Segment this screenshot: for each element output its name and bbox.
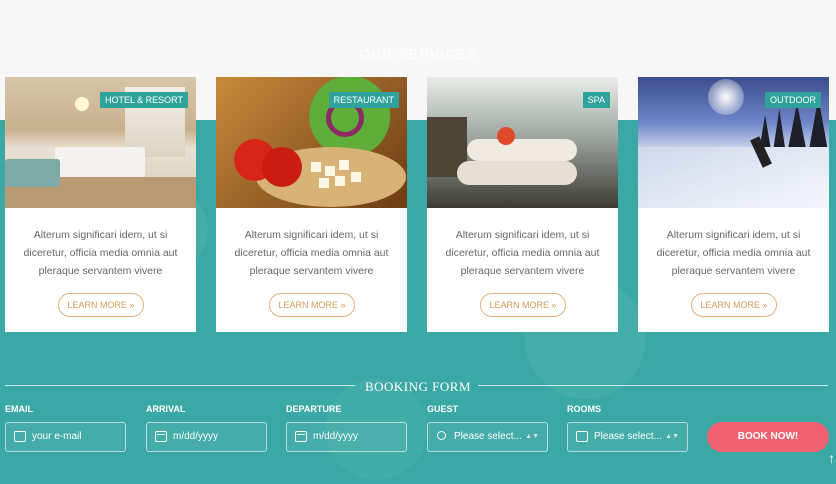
category-tag: RESTAURANT: [328, 92, 399, 108]
card-description: Alterum significari idem, ut si diceretu…: [23, 229, 178, 277]
service-card-hotel: HOTEL & RESORT Alterum significari idem,…: [5, 77, 196, 332]
category-tag: SPA: [582, 92, 610, 108]
select-arrows-icon: ▲▼: [525, 433, 539, 440]
calendar-icon: [295, 431, 307, 442]
service-card-outdoor: OUTDOOR Alterum significari idem, ut si …: [638, 77, 829, 332]
envelope-icon: [14, 431, 26, 442]
skiing-image: OUTDOOR: [638, 77, 829, 208]
category-tag: HOTEL & RESORT: [99, 92, 188, 108]
arrival-date-field[interactable]: m/dd/yyyy: [146, 422, 267, 452]
select-arrows-icon: ▲▼: [665, 433, 679, 440]
departure-label: DEPARTURE: [286, 404, 342, 414]
card-description: Alterum significari idem, ut si diceretu…: [445, 229, 600, 277]
scroll-top-arrow-icon[interactable]: ↑: [828, 450, 835, 466]
card-description: Alterum significari idem, ut si diceretu…: [234, 229, 389, 277]
spa-image: SPA: [427, 77, 618, 208]
section-title: OUR SERVICES: [359, 46, 477, 62]
card-description: Alterum significari idem, ut si diceretu…: [656, 229, 811, 277]
guest-label: GUEST: [427, 404, 459, 414]
calendar-icon: [155, 431, 167, 442]
arrival-label: ARRIVAL: [146, 404, 186, 414]
learn-more-button[interactable]: LEARN MORE »: [691, 293, 777, 317]
email-label: EMAIL: [5, 404, 33, 414]
learn-more-button[interactable]: LEARN MORE »: [58, 293, 144, 317]
learn-more-button[interactable]: LEARN MORE »: [269, 293, 355, 317]
service-card-spa: SPA Alterum significari idem, ut si dice…: [427, 77, 618, 332]
hotel-room-image: HOTEL & RESORT: [5, 77, 196, 208]
learn-more-button[interactable]: LEARN MORE »: [480, 293, 566, 317]
user-icon: [437, 431, 446, 440]
service-card-restaurant: RESTAURANT Alterum significari idem, ut …: [216, 77, 407, 332]
category-tag: OUTDOOR: [765, 92, 821, 108]
email-field[interactable]: your e-mail: [5, 422, 126, 452]
restaurant-food-image: RESTAURANT: [216, 77, 407, 208]
book-now-button[interactable]: BOOK NOW!: [707, 422, 829, 452]
booking-form-title: BOOKING FORM: [364, 379, 472, 394]
departure-date-field[interactable]: m/dd/yyyy: [286, 422, 407, 452]
rooms-select[interactable]: Please select... ▲▼: [567, 422, 688, 452]
guest-select[interactable]: Please select... ▲▼: [427, 422, 548, 452]
rooms-label: ROOMS: [567, 404, 602, 414]
bed-icon: [576, 431, 588, 442]
